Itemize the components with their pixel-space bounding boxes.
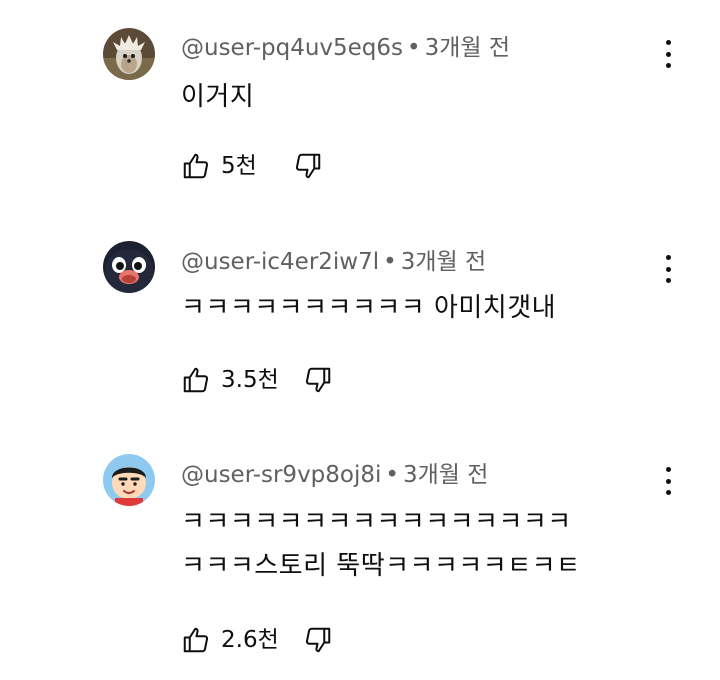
menu-dot: [665, 467, 671, 472]
comment-text: ㅋㅋㅋ스토리 뚝딱ㅋㅋㅋㅋㅋㅌㅋㅌ: [181, 551, 581, 581]
menu-dot: [665, 266, 671, 272]
menu-dot: [665, 255, 671, 260]
dislike-button[interactable]: [303, 622, 333, 658]
meta-separator: •: [385, 462, 399, 488]
comment-menu-button[interactable]: [656, 465, 680, 497]
comment-time[interactable]: 3개월 전: [403, 462, 488, 488]
menu-dot: [665, 278, 671, 283]
comment-text: ㅋㅋㅋㅋㅋㅋㅋㅋㅋㅋㅋㅋㅋㅋㅋㅋ: [181, 507, 572, 537]
menu-dot: [665, 63, 671, 68]
meta-separator: •: [383, 249, 397, 275]
like-count: 2.6천: [221, 627, 279, 653]
dislike-button[interactable]: [293, 148, 323, 184]
comment-text: 이거지: [181, 82, 255, 112]
comment-author[interactable]: @user-ic4er2iw7l: [181, 249, 379, 275]
comment-actions: 5천: [181, 148, 323, 184]
comment-menu-button[interactable]: [656, 38, 680, 70]
menu-dot: [665, 40, 671, 45]
comment-time[interactable]: 3개월 전: [425, 35, 510, 61]
comment-time[interactable]: 3개월 전: [401, 249, 486, 275]
comment-author[interactable]: @user-sr9vp8oj8i: [181, 462, 381, 488]
menu-dot: [665, 51, 671, 57]
like-count: 5천: [221, 153, 257, 179]
like-button[interactable]: 3.5천: [181, 362, 279, 398]
cartoon-boy-avatar-icon: [103, 454, 155, 506]
avatar[interactable]: [103, 28, 155, 80]
comment-actions: 2.6천: [181, 622, 333, 658]
comment-meta: @user-sr9vp8oj8i • 3개월 전: [181, 460, 488, 490]
avatar[interactable]: [103, 454, 155, 506]
thumbs-up-icon: [183, 367, 209, 393]
like-count: 3.5천: [221, 367, 279, 393]
comment-actions: 3.5천: [181, 362, 333, 398]
comment-item: @user-sr9vp8oj8i • 3개월 전 ㅋㅋㅋㅋㅋㅋㅋㅋㅋㅋㅋㅋㅋㅋㅋㅋ …: [0, 435, 720, 680]
comment-text: ㅋㅋㅋㅋㅋㅋㅋㅋㅋㅋ 아미치갯내: [181, 293, 557, 323]
penguin-avatar-icon: [103, 241, 155, 293]
meta-separator: •: [407, 35, 421, 61]
like-button[interactable]: 5천: [181, 148, 257, 184]
comment-meta: @user-pq4uv5eq6s • 3개월 전: [181, 33, 510, 63]
thumbs-down-icon: [305, 627, 330, 653]
menu-dot: [665, 490, 671, 495]
menu-dot: [665, 478, 671, 484]
comment-meta: @user-ic4er2iw7l • 3개월 전: [181, 247, 486, 277]
comment-menu-button[interactable]: [656, 253, 680, 285]
dislike-button[interactable]: [303, 362, 333, 398]
thumbs-up-icon: [183, 627, 209, 653]
avatar[interactable]: [103, 241, 155, 293]
like-button[interactable]: 2.6천: [181, 622, 279, 658]
thumbs-up-icon: [183, 153, 209, 179]
comment-author[interactable]: @user-pq4uv5eq6s: [181, 35, 403, 61]
comment-item: @user-pq4uv5eq6s • 3개월 전 이거지 5천: [0, 0, 720, 215]
thumbs-down-icon: [295, 153, 321, 179]
comment-item: @user-ic4er2iw7l • 3개월 전 ㅋㅋㅋㅋㅋㅋㅋㅋㅋㅋ 아미치갯내 …: [0, 215, 720, 435]
thumbs-down-icon: [305, 367, 330, 393]
hedgehog-avatar-icon: [103, 28, 155, 80]
